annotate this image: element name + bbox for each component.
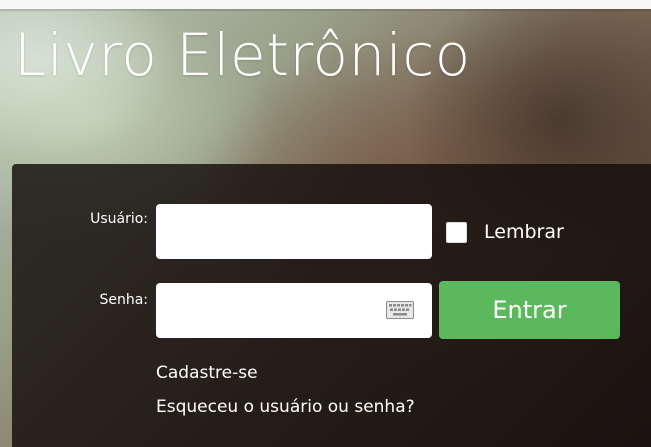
remember-option[interactable]: Lembrar	[446, 219, 564, 245]
forgot-credentials-link[interactable]: Esqueceu o usuário ou senha?	[156, 397, 415, 417]
username-label: Usuário:	[90, 211, 148, 227]
password-label: Senha:	[99, 292, 148, 308]
virtual-keyboard-icon[interactable]	[386, 301, 414, 319]
top-strip-shadow	[0, 9, 651, 11]
top-strip	[0, 0, 651, 9]
login-button[interactable]: Entrar	[439, 281, 620, 339]
remember-label[interactable]: Lembrar	[484, 221, 564, 243]
username-input[interactable]	[156, 204, 432, 259]
register-link[interactable]: Cadastre-se	[156, 363, 258, 383]
app-title: Livro Eletrônico	[14, 21, 471, 89]
remember-checkbox[interactable]	[446, 221, 467, 243]
